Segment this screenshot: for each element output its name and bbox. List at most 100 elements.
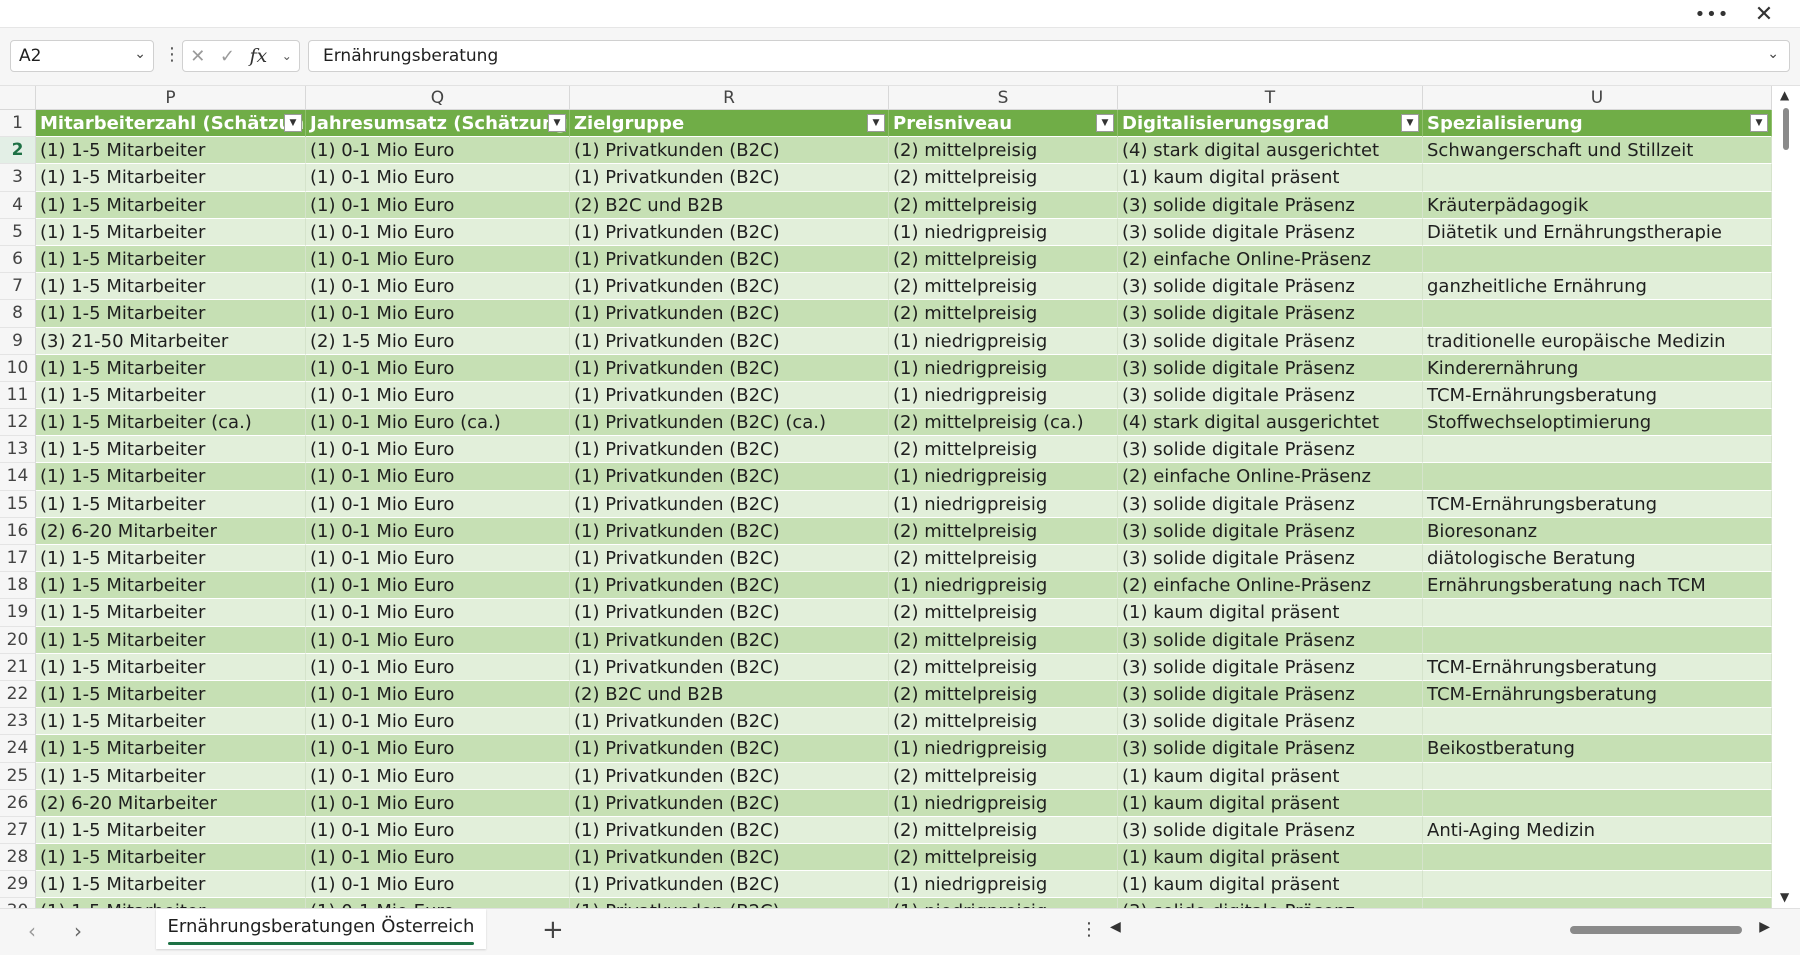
table-cell[interactable]: (2) mittelpreisig bbox=[889, 599, 1118, 627]
table-cell[interactable]: (2) mittelpreisig (ca.) bbox=[889, 409, 1118, 437]
row-header[interactable]: 9 bbox=[0, 327, 36, 355]
header-cell[interactable]: Spezialisierung ▼ bbox=[1423, 110, 1772, 138]
table-cell[interactable]: (1) 0-1 Mio Euro bbox=[306, 708, 570, 736]
table-cell[interactable]: (3) solide digitale Präsenz bbox=[1118, 626, 1423, 654]
table-cell[interactable]: (2) mittelpreisig bbox=[889, 245, 1118, 274]
table-cell[interactable] bbox=[1423, 898, 1772, 908]
filter-icon[interactable]: ▼ bbox=[1401, 114, 1419, 132]
row-header[interactable]: 4 bbox=[0, 191, 36, 219]
table-cell[interactable]: (1) 0-1 Mio Euro bbox=[306, 164, 570, 192]
table-cell[interactable]: (3) solide digitale Präsenz bbox=[1118, 708, 1423, 736]
row-header[interactable]: 5 bbox=[0, 218, 36, 246]
scroll-right-icon[interactable]: ▶ bbox=[1759, 919, 1770, 935]
table-cell[interactable]: (1) Privatkunden (B2C) bbox=[570, 137, 889, 165]
table-cell[interactable]: (1) 0-1 Mio Euro bbox=[306, 626, 570, 654]
vertical-scrollbar[interactable]: ▲ ▼ bbox=[1772, 86, 1800, 908]
table-cell[interactable]: (1) kaum digital präsent bbox=[1118, 164, 1423, 192]
table-cell[interactable]: (1) 0-1 Mio Euro bbox=[306, 137, 570, 165]
chevron-left-icon[interactable]: ‹ bbox=[28, 919, 36, 943]
scroll-left-icon[interactable]: ◀ bbox=[1110, 919, 1121, 935]
table-cell[interactable] bbox=[1423, 245, 1772, 274]
table-cell[interactable]: TCM-Ernährungsberatung bbox=[1423, 490, 1772, 518]
table-cell[interactable]: (3) solide digitale Präsenz bbox=[1118, 545, 1423, 573]
header-cell[interactable]: Preisniveau ▼ bbox=[889, 110, 1118, 138]
row-header[interactable]: 24 bbox=[0, 735, 36, 763]
table-cell[interactable]: (2) 1-5 Mio Euro bbox=[306, 327, 570, 355]
table-cell[interactable]: (1) Privatkunden (B2C) (ca.) bbox=[570, 409, 889, 437]
scroll-up-icon[interactable]: ▲ bbox=[1780, 88, 1789, 102]
table-cell[interactable]: (1) Privatkunden (B2C) bbox=[570, 517, 889, 545]
horizontal-scrollbar[interactable]: ◀ ▶ bbox=[1110, 917, 1770, 943]
table-cell[interactable]: (3) solide digitale Präsenz bbox=[1118, 898, 1423, 908]
more-icon[interactable]: ••• bbox=[1694, 0, 1730, 28]
table-cell[interactable]: (1) 1-5 Mitarbeiter bbox=[36, 708, 306, 736]
table-cell[interactable]: (1) niedrigpreisig bbox=[889, 898, 1118, 908]
table-cell[interactable]: (1) Privatkunden (B2C) bbox=[570, 816, 889, 845]
table-cell[interactable]: (1) 1-5 Mitarbeiter bbox=[36, 164, 306, 192]
table-cell[interactable]: (2) B2C und B2B bbox=[570, 680, 889, 709]
scroll-thumb[interactable] bbox=[1783, 108, 1789, 150]
table-cell[interactable]: (1) 1-5 Mitarbeiter bbox=[36, 381, 306, 410]
row-header[interactable]: 1 bbox=[0, 110, 36, 138]
more-vertical-icon[interactable]: ⋮ bbox=[1080, 919, 1098, 940]
table-cell[interactable]: (1) Privatkunden (B2C) bbox=[570, 844, 889, 872]
table-cell[interactable]: (1) 1-5 Mitarbeiter bbox=[36, 436, 306, 464]
row-header[interactable]: 6 bbox=[0, 245, 36, 274]
table-cell[interactable]: (1) 1-5 Mitarbeiter bbox=[36, 545, 306, 573]
table-cell[interactable]: (1) 0-1 Mio Euro bbox=[306, 463, 570, 491]
filter-icon[interactable]: ▼ bbox=[867, 114, 885, 132]
table-cell[interactable]: (2) mittelpreisig bbox=[889, 844, 1118, 872]
table-cell[interactable]: (1) 0-1 Mio Euro bbox=[306, 762, 570, 790]
table-cell[interactable]: (1) Privatkunden (B2C) bbox=[570, 735, 889, 763]
row-header[interactable]: 2 bbox=[0, 137, 36, 165]
table-cell[interactable]: (1) 0-1 Mio Euro bbox=[306, 871, 570, 899]
table-cell[interactable]: (1) 1-5 Mitarbeiter bbox=[36, 653, 306, 681]
table-cell[interactable]: Bioresonanz bbox=[1423, 517, 1772, 545]
enter-icon[interactable]: ✓ bbox=[220, 46, 235, 67]
chevron-down-icon[interactable]: ⌄ bbox=[282, 49, 292, 63]
row-header[interactable]: 22 bbox=[0, 680, 36, 709]
table-cell[interactable]: (2) mittelpreisig bbox=[889, 708, 1118, 736]
row-header[interactable]: 3 bbox=[0, 164, 36, 192]
row-header[interactable]: 21 bbox=[0, 653, 36, 681]
horizontal-scroll-thumb[interactable] bbox=[1570, 926, 1742, 934]
table-cell[interactable]: (1) 0-1 Mio Euro bbox=[306, 517, 570, 545]
table-cell[interactable]: (2) mittelpreisig bbox=[889, 653, 1118, 681]
table-cell[interactable]: (1) 1-5 Mitarbeiter bbox=[36, 599, 306, 627]
table-cell[interactable]: (3) solide digitale Präsenz bbox=[1118, 327, 1423, 355]
table-cell[interactable]: (2) mittelpreisig bbox=[889, 517, 1118, 545]
row-header[interactable]: 8 bbox=[0, 300, 36, 328]
table-cell[interactable]: (1) Privatkunden (B2C) bbox=[570, 545, 889, 573]
table-cell[interactable]: (1) niedrigpreisig bbox=[889, 490, 1118, 518]
table-cell[interactable]: (1) Privatkunden (B2C) bbox=[570, 653, 889, 681]
formula-input[interactable]: Ernährungsberatung ⌄ bbox=[308, 40, 1790, 72]
table-cell[interactable] bbox=[1423, 436, 1772, 464]
table-cell[interactable]: TCM-Ernährungsberatung bbox=[1423, 381, 1772, 410]
table-cell[interactable]: (4) stark digital ausgerichtet bbox=[1118, 137, 1423, 165]
table-cell[interactable]: (1) 0-1 Mio Euro bbox=[306, 436, 570, 464]
table-cell[interactable]: (1) 1-5 Mitarbeiter bbox=[36, 898, 306, 908]
formula-bar-divider-icon[interactable]: ⋮ bbox=[163, 44, 181, 65]
table-cell[interactable]: (3) solide digitale Präsenz bbox=[1118, 816, 1423, 845]
table-cell[interactable]: (3) solide digitale Präsenz bbox=[1118, 273, 1423, 301]
table-cell[interactable]: (1) 0-1 Mio Euro bbox=[306, 300, 570, 328]
table-cell[interactable]: (1) niedrigpreisig bbox=[889, 327, 1118, 355]
table-cell[interactable]: (1) 1-5 Mitarbeiter bbox=[36, 490, 306, 518]
table-cell[interactable]: diätologische Beratung bbox=[1423, 545, 1772, 573]
table-cell[interactable]: Anti-Aging Medizin bbox=[1423, 816, 1772, 845]
table-cell[interactable]: (1) 1-5 Mitarbeiter bbox=[36, 273, 306, 301]
table-cell[interactable]: (1) 0-1 Mio Euro bbox=[306, 735, 570, 763]
table-cell[interactable]: (1) 0-1 Mio Euro bbox=[306, 218, 570, 246]
row-header[interactable]: 26 bbox=[0, 789, 36, 817]
table-cell[interactable]: (1) Privatkunden (B2C) bbox=[570, 327, 889, 355]
table-cell[interactable]: (3) solide digitale Präsenz bbox=[1118, 436, 1423, 464]
table-cell[interactable]: (1) Privatkunden (B2C) bbox=[570, 626, 889, 654]
table-cell[interactable]: (1) 0-1 Mio Euro bbox=[306, 273, 570, 301]
table-cell[interactable]: (1) 1-5 Mitarbeiter bbox=[36, 191, 306, 219]
row-header[interactable]: 27 bbox=[0, 816, 36, 845]
table-cell[interactable]: (1) niedrigpreisig bbox=[889, 381, 1118, 410]
table-cell[interactable]: (1) 0-1 Mio Euro bbox=[306, 599, 570, 627]
table-cell[interactable]: (1) 1-5 Mitarbeiter bbox=[36, 871, 306, 899]
table-cell[interactable]: (1) Privatkunden (B2C) bbox=[570, 354, 889, 382]
table-cell[interactable]: (2) mittelpreisig bbox=[889, 191, 1118, 219]
